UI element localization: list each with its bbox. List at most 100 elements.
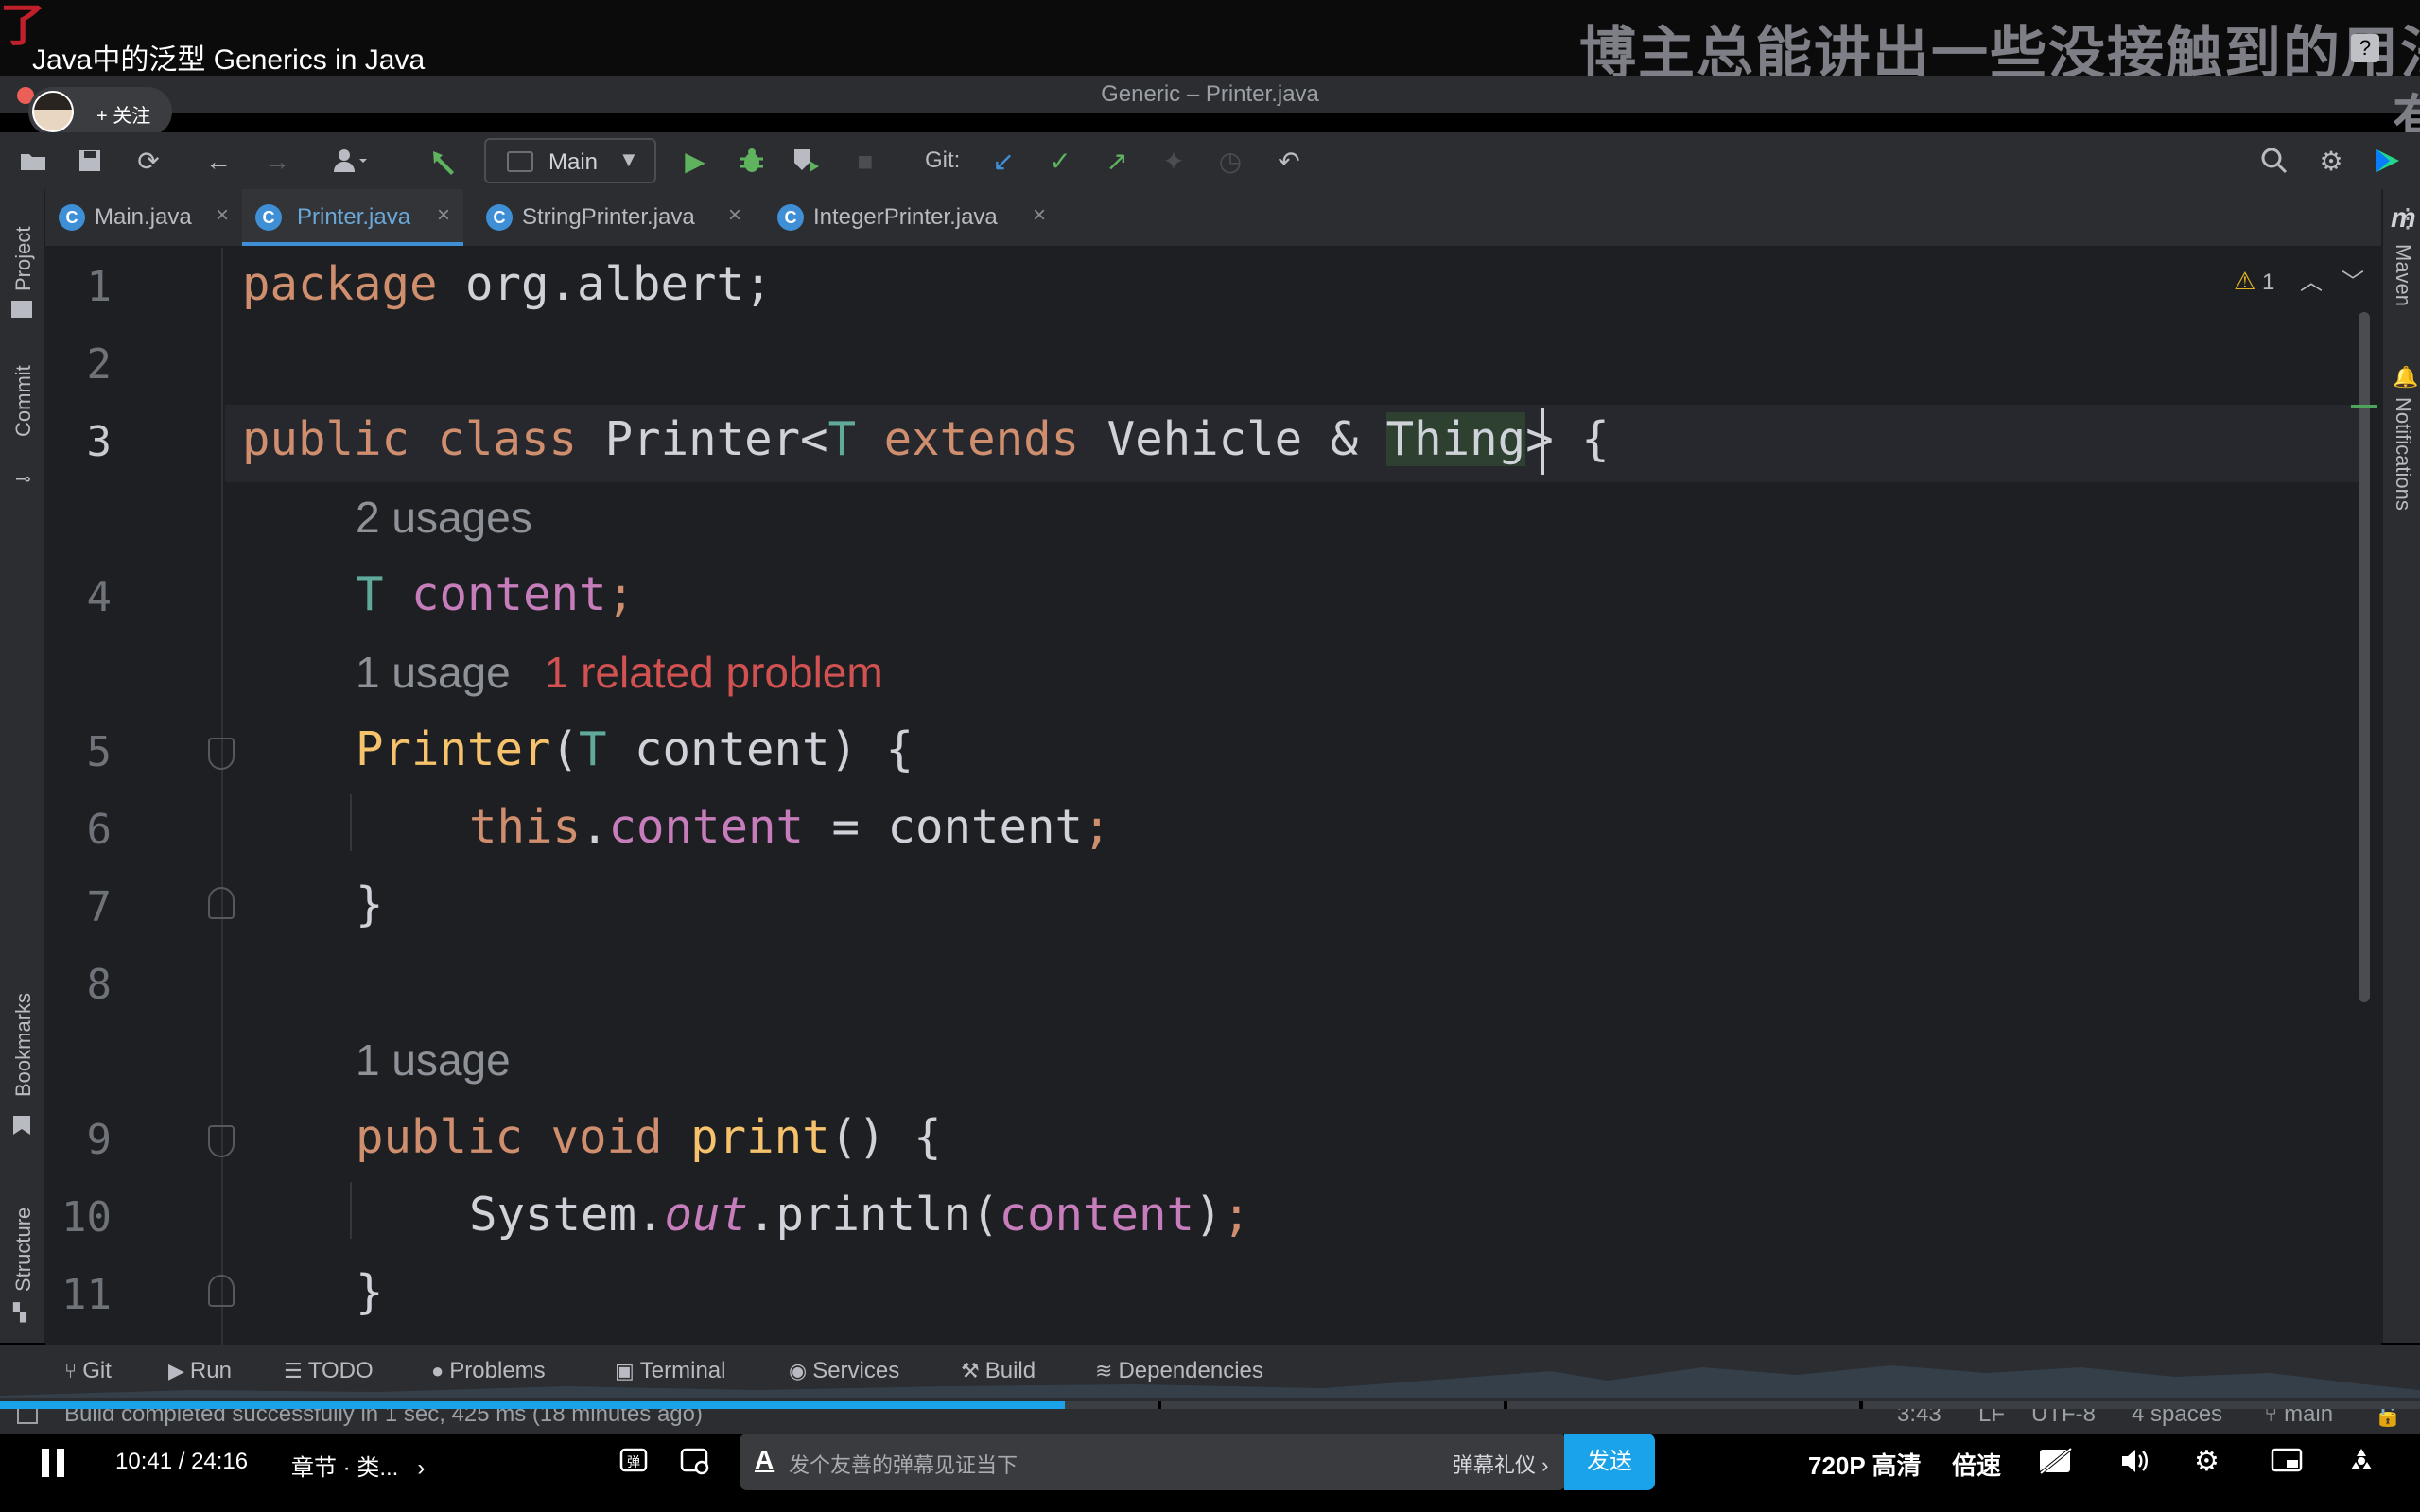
search-icon[interactable] — [2258, 146, 2290, 178]
text-style-icon[interactable]: A — [755, 1445, 774, 1475]
fullscreen-icon[interactable] — [2345, 1445, 2377, 1485]
danmaku-etiquette-link[interactable]: 弹幕礼仪 › — [1453, 1449, 1548, 1479]
class-icon: C — [777, 204, 804, 231]
picture-in-picture-icon[interactable] — [2270, 1445, 2304, 1485]
more-tabs-icon[interactable]: ⋮ — [2394, 202, 2420, 234]
help-icon[interactable]: ? — [2351, 34, 2379, 62]
tool-bookmarks[interactable]: Bookmarks — [11, 993, 36, 1097]
inspection-widget[interactable]: ⚠ 1 ︿ ﹀ — [2234, 263, 2364, 296]
fold-marker[interactable] — [208, 1275, 235, 1307]
usages-hint[interactable]: 2 usages — [356, 492, 532, 543]
tab-printer-java[interactable]: C Printer.java × — [242, 189, 463, 246]
danmaku-input[interactable]: A 发个友善的弹幕见证当下 弹幕礼仪 › — [740, 1434, 1566, 1490]
video-top-bar: 了 Java中的泛型 Generics in Java 博主总能讲出一些没接触到… — [0, 0, 2420, 85]
code-line-5: Printer(T content) { — [356, 722, 914, 776]
subtitle-off-icon[interactable] — [2037, 1445, 2075, 1485]
pause-button[interactable] — [42, 1449, 70, 1477]
field-name: content — [999, 1188, 1195, 1242]
editor-gutter — [45, 248, 225, 1345]
build-hammer-icon[interactable] — [427, 146, 460, 178]
code-text: . — [581, 800, 609, 854]
chevron-up-icon[interactable]: ︿ — [2300, 269, 2323, 295]
package-name: org.albert; — [437, 257, 773, 311]
semicolon: ; — [606, 567, 635, 621]
type-param: T — [579, 722, 607, 776]
fold-marker[interactable] — [208, 1125, 235, 1157]
code-text: content) { — [606, 722, 914, 776]
coverage-icon[interactable] — [791, 146, 823, 178]
chevron-down-icon: ▼ — [618, 148, 639, 171]
run-config-label: Main — [548, 149, 599, 175]
line-number: 8 — [86, 961, 113, 1009]
jetbrains-logo-icon[interactable] — [2372, 146, 2404, 178]
code-text: System. — [469, 1188, 665, 1242]
related-problem-hint[interactable]: 1 related problem — [545, 648, 883, 697]
settings-gear-icon[interactable]: ⚙ — [2315, 146, 2347, 178]
git-history-icon[interactable]: ◷ — [1214, 146, 1246, 178]
git-commit-icon[interactable]: ✓ — [1044, 146, 1076, 178]
git-merge-icon[interactable]: ✦ — [1158, 146, 1190, 178]
speed-select[interactable]: 倍速 — [1952, 1447, 2001, 1482]
video-progress-bar[interactable] — [0, 1401, 2420, 1409]
tool-commit[interactable]: Commit — [11, 365, 36, 437]
tool-notifications[interactable]: Notifications — [2391, 397, 2415, 511]
save-icon[interactable] — [74, 146, 106, 178]
left-tool-strip: Project Commit Bookmarks Structure ⊸ ▚ — [0, 189, 45, 1343]
code-line-10: System.out.println(content); — [469, 1188, 1250, 1242]
git-push-icon[interactable]: ↗ — [1101, 146, 1133, 178]
tool-maven[interactable]: Maven — [2391, 244, 2415, 306]
user-dropdown-icon[interactable] — [331, 146, 367, 178]
run-icon[interactable]: ▶ — [679, 146, 711, 178]
type-name: Thing — [1385, 412, 1526, 466]
danmaku-toggle-icon[interactable]: 弹 — [618, 1445, 651, 1485]
fold-marker[interactable] — [208, 738, 235, 770]
send-button[interactable]: 发送 — [1564, 1434, 1655, 1490]
close-tab-icon[interactable]: × — [1033, 202, 1046, 229]
folder-icon — [11, 301, 32, 318]
tab-stringprinter-java[interactable]: C StringPrinter.java × — [473, 189, 753, 246]
tab-main-java[interactable]: C Main.java × — [45, 189, 240, 246]
quality-select[interactable]: 720P 高清 — [1808, 1447, 1921, 1482]
fold-marker[interactable] — [208, 887, 235, 919]
forward-arrow-icon[interactable]: → — [261, 146, 293, 178]
code-text: = content — [804, 800, 1084, 854]
screen: 了 Java中的泛型 Generics in Java 博主总能讲出一些没接触到… — [0, 0, 2420, 1512]
class-icon: C — [486, 204, 513, 231]
tab-integerprinter-java[interactable]: C IntegerPrinter.java × — [764, 189, 1057, 246]
sync-icon[interactable]: ⟳ — [132, 146, 165, 178]
run-configuration-select[interactable]: Main ▼ — [484, 138, 656, 183]
settings-gear-icon[interactable]: ⚙ — [2194, 1445, 2220, 1478]
tool-structure[interactable]: Structure — [11, 1208, 36, 1292]
volume-icon[interactable] — [2118, 1445, 2150, 1485]
tool-project[interactable]: Project — [11, 227, 36, 291]
keyword: package — [242, 257, 438, 311]
keyword: public — [242, 412, 410, 466]
type-param: T — [827, 412, 857, 466]
close-tab-icon[interactable]: × — [437, 202, 450, 229]
tab-label: IntegerPrinter.java — [813, 204, 998, 230]
close-tab-icon[interactable]: × — [216, 202, 229, 229]
follow-button[interactable]: + 关注 — [28, 87, 172, 136]
field-name: content — [608, 800, 805, 854]
chapter-button[interactable]: 章节 · 类... › — [291, 1449, 425, 1482]
change-marker — [2351, 405, 2377, 408]
code-text: ( — [550, 722, 580, 776]
stop-icon[interactable]: ■ — [849, 146, 881, 178]
debug-icon[interactable] — [736, 146, 768, 178]
git-update-icon[interactable]: ↙ — [987, 146, 1019, 178]
open-folder-icon[interactable] — [17, 146, 49, 178]
bookmark-icon — [13, 1116, 30, 1135]
rollback-icon[interactable]: ↶ — [1273, 146, 1305, 178]
usages-hint[interactable]: 1 usage — [356, 1034, 511, 1086]
structure-icon: ▚ — [13, 1303, 26, 1322]
back-arrow-icon[interactable]: ← — [202, 146, 235, 178]
editor-scrollbar[interactable] — [2359, 312, 2370, 1002]
chevron-down-icon[interactable]: ﹀ — [2342, 269, 2364, 295]
close-tab-icon[interactable]: × — [728, 202, 741, 229]
video-title: Java中的泛型 Generics in Java — [32, 44, 426, 76]
usages-hint[interactable]: 1 usage 1 related problem — [356, 647, 883, 698]
code-line-6: this.content = content; — [469, 800, 1111, 854]
code-text: .println( — [748, 1188, 1000, 1242]
danmaku-settings-icon[interactable] — [679, 1445, 711, 1485]
chapter-divider — [1158, 1401, 1161, 1409]
